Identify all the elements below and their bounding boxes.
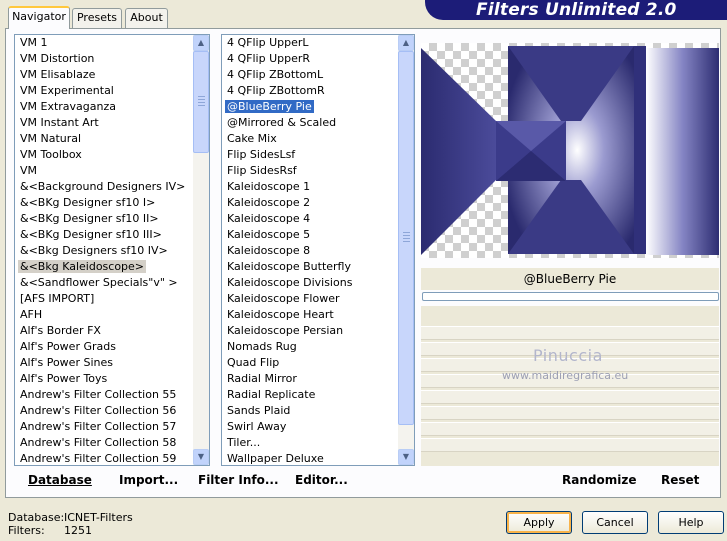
category-item[interactable]: VM Elisablaze bbox=[15, 67, 193, 83]
watermark-url: www.maidiregrafica.eu bbox=[502, 369, 629, 382]
filter-item[interactable]: Kaleidoscope Heart bbox=[222, 307, 398, 323]
help-button[interactable]: Help bbox=[658, 511, 724, 534]
cancel-button[interactable]: Cancel bbox=[582, 511, 648, 534]
filter-item[interactable]: Kaleidoscope 2 bbox=[222, 195, 398, 211]
category-scrollbar[interactable]: ▲ ▼ bbox=[193, 35, 209, 465]
filter-item[interactable]: Quad Flip bbox=[222, 355, 398, 371]
progress-bar bbox=[422, 292, 719, 301]
scroll-up-icon[interactable]: ▲ bbox=[193, 35, 209, 51]
app-title: Filters Unlimited 2.0 bbox=[476, 0, 677, 20]
filter-item[interactable]: Tiler... bbox=[222, 435, 398, 451]
database-value: ICNET-Filters bbox=[64, 511, 133, 524]
reset-button[interactable]: Reset bbox=[661, 473, 699, 487]
scroll-thumb[interactable] bbox=[398, 51, 414, 425]
filter-item[interactable]: Cake Mix bbox=[222, 131, 398, 147]
filter-item[interactable]: 4 QFlip UpperL bbox=[222, 35, 398, 51]
category-item[interactable]: &<BKg Designer sf10 I> bbox=[15, 195, 193, 211]
filter-item[interactable]: Kaleidoscope 8 bbox=[222, 243, 398, 259]
category-item[interactable]: VM Distortion bbox=[15, 51, 193, 67]
filter-item[interactable]: Sands Plaid bbox=[222, 403, 398, 419]
tab-navigator[interactable]: Navigator bbox=[8, 6, 70, 29]
category-item[interactable]: &<Bkg Designers sf10 IV> bbox=[15, 243, 193, 259]
filter-item[interactable]: Kaleidoscope 1 bbox=[222, 179, 398, 195]
filter-item[interactable]: @Mirrored & Scaled bbox=[222, 115, 398, 131]
filter-list[interactable]: 4 QFlip UpperL 4 QFlip UpperR 4 QFlip ZBot… bbox=[221, 34, 415, 466]
database-button[interactable]: Database bbox=[28, 473, 92, 487]
filter-item[interactable]: Kaleidoscope Butterfly bbox=[222, 259, 398, 275]
category-item[interactable]: VM Extravaganza bbox=[15, 99, 193, 115]
category-item[interactable]: VM Experimental bbox=[15, 83, 193, 99]
filter-info-button[interactable]: Filter Info... bbox=[198, 473, 279, 487]
category-item[interactable]: AFH bbox=[15, 307, 193, 323]
filters-label: Filters: bbox=[8, 524, 45, 537]
filter-scrollbar[interactable]: ▲ ▼ bbox=[398, 35, 414, 465]
category-item[interactable]: Alf's Border FX bbox=[15, 323, 193, 339]
apply-button[interactable]: Apply bbox=[506, 511, 572, 534]
scroll-down-icon[interactable]: ▼ bbox=[193, 449, 209, 465]
filter-item[interactable]: Kaleidoscope 4 bbox=[222, 211, 398, 227]
filter-item[interactable]: 4 QFlip UpperR bbox=[222, 51, 398, 67]
selected-filter-name: @BlueBerry Pie bbox=[421, 268, 719, 290]
database-label: Database: bbox=[8, 511, 65, 524]
randomize-button[interactable]: Randomize bbox=[562, 473, 636, 487]
category-item[interactable]: &<BKg Designer sf10 III> bbox=[15, 227, 193, 243]
category-item[interactable]: Andrew's Filter Collection 56 bbox=[15, 403, 193, 419]
tab-about[interactable]: About bbox=[125, 8, 168, 28]
filter-item[interactable]: Radial Mirror bbox=[222, 371, 398, 387]
category-item[interactable]: &<Bkg Kaleidoscope> bbox=[15, 259, 193, 275]
filter-item[interactable]: Flip SidesRsf bbox=[222, 163, 398, 179]
category-item[interactable]: &<Background Designers IV> bbox=[15, 179, 193, 195]
filter-item[interactable]: Wallpaper Deluxe bbox=[222, 451, 398, 465]
category-item[interactable]: Andrew's Filter Collection 57 bbox=[15, 419, 193, 435]
import-button[interactable]: Import... bbox=[119, 473, 178, 487]
category-item[interactable]: &<BKg Designer sf10 II> bbox=[15, 211, 193, 227]
category-items: VM 1 VM Distortion VM Elisablaze VM Experim… bbox=[15, 35, 193, 465]
category-item[interactable]: VM bbox=[15, 163, 193, 179]
scroll-down-icon[interactable]: ▼ bbox=[398, 449, 414, 465]
filter-item[interactable]: Nomads Rug bbox=[222, 339, 398, 355]
category-item[interactable]: Alf's Power Toys bbox=[15, 371, 193, 387]
filter-items: 4 QFlip UpperL 4 QFlip UpperR 4 QFlip ZBot… bbox=[222, 35, 398, 465]
filter-item[interactable]: Kaleidoscope 5 bbox=[222, 227, 398, 243]
category-item[interactable]: Alf's Power Grads bbox=[15, 339, 193, 355]
scroll-thumb[interactable] bbox=[193, 51, 209, 153]
category-item[interactable]: VM Toolbox bbox=[15, 147, 193, 163]
editor-button[interactable]: Editor... bbox=[295, 473, 348, 487]
tab-presets[interactable]: Presets bbox=[72, 8, 122, 28]
parameter-area bbox=[421, 306, 719, 466]
category-item[interactable]: VM Instant Art bbox=[15, 115, 193, 131]
filter-item[interactable]: Radial Replicate bbox=[222, 387, 398, 403]
preview-image bbox=[421, 43, 719, 258]
category-item[interactable]: Alf's Power Sines bbox=[15, 355, 193, 371]
filter-item[interactable]: 4 QFlip ZBottomR bbox=[222, 83, 398, 99]
category-list[interactable]: VM 1 VM Distortion VM Elisablaze VM Experim… bbox=[14, 34, 210, 466]
scroll-up-icon[interactable]: ▲ bbox=[398, 35, 414, 51]
category-item[interactable]: Andrew's Filter Collection 55 bbox=[15, 387, 193, 403]
filter-item[interactable]: Kaleidoscope Flower bbox=[222, 291, 398, 307]
category-item[interactable]: Andrew's Filter Collection 58 bbox=[15, 435, 193, 451]
category-item[interactable]: VM 1 bbox=[15, 35, 193, 51]
filters-count: 1251 bbox=[64, 524, 92, 537]
filter-item[interactable]: Swirl Away bbox=[222, 419, 398, 435]
filter-item[interactable]: 4 QFlip ZBottomL bbox=[222, 67, 398, 83]
watermark-name: Pinuccia bbox=[533, 346, 603, 365]
category-item[interactable]: Andrew's Filter Collection 59 bbox=[15, 451, 193, 465]
filter-item[interactable]: @BlueBerry Pie bbox=[222, 99, 398, 115]
filter-item[interactable]: Flip SidesLsf bbox=[222, 147, 398, 163]
category-item[interactable]: [AFS IMPORT] bbox=[15, 291, 193, 307]
filter-item[interactable]: Kaleidoscope Persian bbox=[222, 323, 398, 339]
filter-item[interactable]: Kaleidoscope Divisions bbox=[222, 275, 398, 291]
category-item[interactable]: &<Sandflower Specials"v" > bbox=[15, 275, 193, 291]
category-item[interactable]: VM Natural bbox=[15, 131, 193, 147]
